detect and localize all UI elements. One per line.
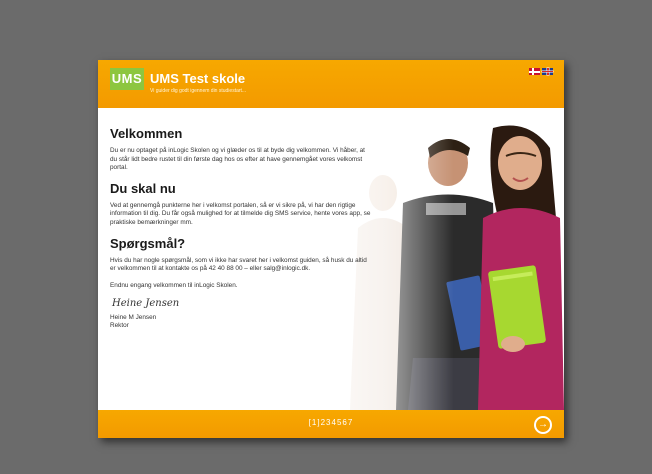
uk-flag-icon[interactable] [542,68,553,75]
page-link-7[interactable]: 7 [348,418,353,427]
section-text-todo: Ved at gennemgå punkterne her i velkomst… [110,201,371,226]
section-text-questions: Hvis du har nogle spørgsmål, som vi ikke… [110,256,367,273]
section-heading-welcome: Velkommen [110,126,183,141]
section-text-welcome: Du er nu optaget på inLogic Skolen og vi… [110,147,365,172]
danish-flag-icon[interactable] [529,68,540,75]
signer-role: Rektor [110,322,129,330]
school-subtitle: Vi guider dig godt igennem din studiesta… [150,88,247,94]
footer-bar: [1]234567 → [98,410,564,438]
header-bar: UMS UMS Test skole Vi guider dig godt ig… [98,60,564,108]
page-link-1[interactable]: [1] [309,418,321,427]
ums-logo: UMS [110,68,144,90]
closing-text: Endnu engang velkommen til inLogic Skole… [110,281,238,289]
section-heading-todo: Du skal nu [110,180,176,196]
school-title: UMS Test skole [150,71,246,86]
page-navigation: [1]234567 [98,418,564,427]
next-arrow-icon[interactable]: → [534,416,552,434]
language-selector [529,68,553,75]
welcome-content: Velkommen Du er nu optaget på inLogic Sk… [110,126,372,330]
signer-name: Heine M Jensen [110,314,157,322]
section-heading-questions: Spørgsmål? [110,235,186,251]
welcome-portal-window: UMS UMS Test skole Vi guider dig godt ig… [98,60,564,438]
handwritten-signature: Heine Jensen [112,298,180,310]
